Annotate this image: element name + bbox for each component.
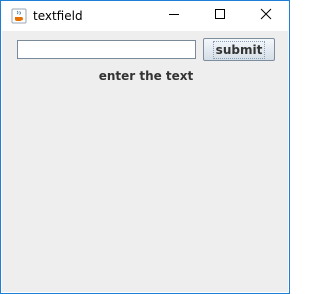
text-input[interactable] xyxy=(17,40,196,59)
close-icon xyxy=(260,7,272,25)
maximize-icon xyxy=(214,7,226,25)
close-button[interactable] xyxy=(243,1,289,31)
maximize-button[interactable] xyxy=(197,1,243,31)
title-bar[interactable]: textfield xyxy=(1,1,289,31)
minimize-button[interactable] xyxy=(151,1,197,31)
minimize-icon xyxy=(168,7,180,25)
java-cup-icon xyxy=(11,8,27,24)
app-window: textfield submit enter the text xyxy=(0,0,290,294)
status-label: enter the text xyxy=(98,69,194,83)
window-title: textfield xyxy=(33,9,83,23)
content-pane: submit enter the text xyxy=(2,31,288,292)
submit-button[interactable]: submit xyxy=(203,38,275,61)
submit-button-label: submit xyxy=(212,40,266,59)
